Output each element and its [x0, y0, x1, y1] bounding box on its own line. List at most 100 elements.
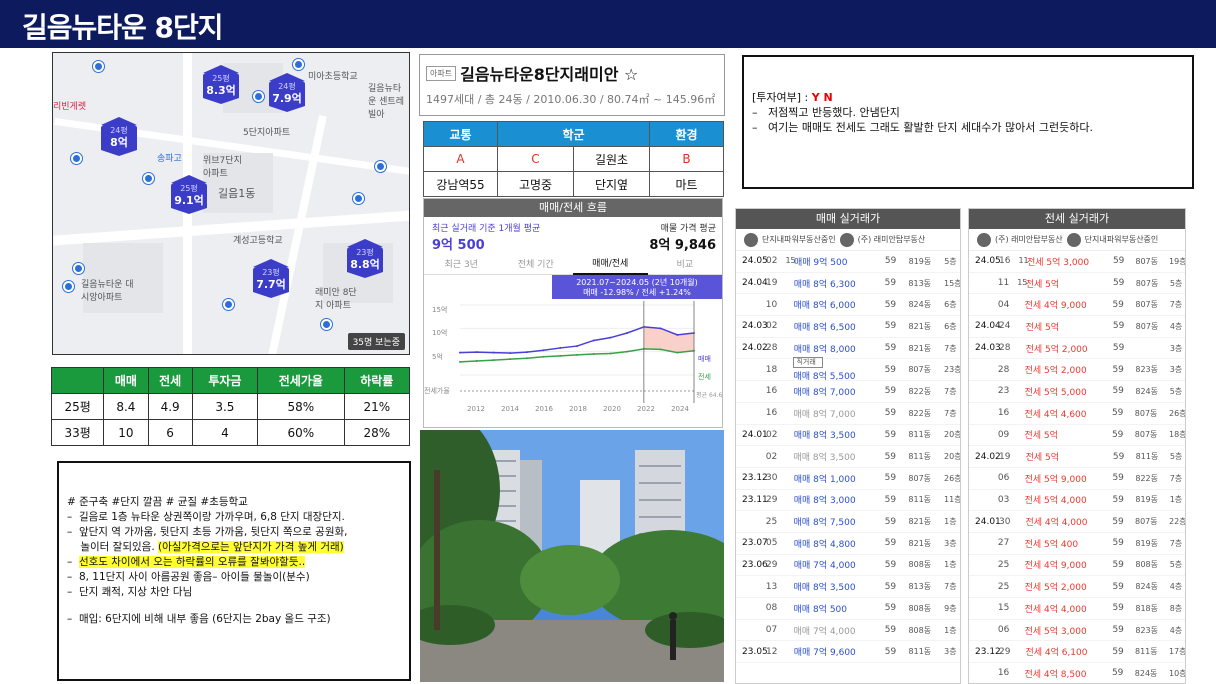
trade-row[interactable]: 23.12 29 전세 4억 6,100 59 811동 17층	[969, 641, 1185, 664]
trade-row[interactable]: 11 15 전세 5억 59 807동 5층	[969, 273, 1185, 295]
price-marker[interactable]: 23평 8.8억	[347, 239, 383, 278]
bus-stop-icon[interactable]	[375, 161, 386, 172]
trade-month: 23.05	[742, 646, 768, 657]
table-row: A C 길원초 B	[423, 146, 724, 172]
trade-price: 매매 8억 3,500	[793, 453, 856, 464]
trade-row[interactable]: 24.02 19 전세 5억 59 811동 5층	[969, 446, 1185, 468]
trade-area: 59	[884, 494, 897, 505]
trade-row[interactable]: 24.01 02 매매 8억 3,500 59 811동 20층	[736, 425, 960, 447]
trade-row[interactable]: 25 전세 4억 9,000 59 808동 5층	[969, 555, 1185, 577]
agent-name[interactable]: (주) 래미안탑부동산	[995, 234, 1063, 245]
trade-row[interactable]: 24.01 30 전세 4억 4,000 59 807동 22층	[969, 511, 1185, 533]
tab-3y[interactable]: 최근 3년	[424, 257, 499, 270]
bus-stop-icon[interactable]	[143, 173, 154, 184]
trade-building: 807동	[908, 365, 931, 375]
price-marker[interactable]: 24평 7.9억	[269, 73, 305, 112]
price-marker[interactable]: 23평 7.7억	[253, 259, 289, 298]
bus-stop-icon[interactable]	[223, 299, 234, 310]
trade-row[interactable]: 23.11 29 매매 8억 3,000 59 811동 11층	[736, 490, 960, 512]
trade-row[interactable]: 18 직거래 매매 8억 5,500 59 807동 23층	[736, 357, 961, 383]
trade-price-value: 매매 8억 5,500	[793, 372, 856, 383]
tab-sale-jeonse[interactable]: 매매/전세	[573, 253, 648, 275]
trade-row[interactable]: 25 매매 8억 7,500 59 821동 1층	[736, 511, 960, 533]
trade-row[interactable]: 16 전세 4억 8,500 59 824동 10층	[969, 663, 1186, 683]
trade-area: 59	[1112, 299, 1124, 310]
trade-row[interactable]: 23.05 12 매매 7억 9,600 59 811동 3층	[736, 641, 960, 664]
panel-header: 매매 실거래가	[736, 209, 960, 229]
agent-name[interactable]: (주) 래미안탑부동산	[858, 234, 926, 245]
trade-day: 16	[765, 386, 778, 397]
trade-area: 59	[884, 473, 897, 484]
trade-price: 매매 9억 500	[794, 257, 848, 268]
tab-compare[interactable]: 비교	[648, 257, 723, 270]
trade-row[interactable]: 23.12 30 매매 8억 1,000 59 807동 26층	[736, 468, 960, 490]
trade-day: 16	[765, 408, 778, 419]
trade-row[interactable]: 16 전세 4억 4,600 59 807동 26층	[969, 403, 1185, 425]
trade-building: 822동	[908, 408, 932, 418]
bus-stop-icon[interactable]	[253, 91, 264, 102]
trade-row[interactable]: 24.04 19 매매 8억 6,300 59 813동 15층	[736, 273, 960, 295]
sale-point	[626, 332, 629, 334]
trade-row[interactable]: 07 매매 7억 4,000 59 808동 1층	[736, 620, 960, 642]
trade-price: 전세 5억 5,000	[1024, 387, 1087, 398]
trade-row[interactable]: 04 전세 4억 9,000 59 807동 7층	[969, 294, 1185, 317]
bus-stop-icon[interactable]	[293, 59, 304, 70]
price-marker[interactable]: 24평 8억	[101, 117, 137, 156]
map-label: 위브7단지 아파트	[203, 156, 242, 179]
trade-row[interactable]: 23.07 05 매매 8억 4,800 59 821동 3층	[736, 533, 960, 555]
trade-row[interactable]: 28 전세 5억 2,000 59 823동 3층	[969, 359, 1185, 382]
page-title: 길음뉴타운 8단지	[22, 11, 224, 44]
bus-stop-icon[interactable]	[71, 153, 82, 164]
trade-day: 16 11	[999, 256, 1029, 266]
trade-floor: 6층	[944, 300, 957, 310]
trade-floor: 19층	[1169, 256, 1186, 266]
trade-row[interactable]: 23 전세 5억 5,000 59 824동 5층	[969, 381, 1185, 403]
price-marker[interactable]: 25평 9.1억	[171, 175, 207, 214]
trade-floor: 10층	[1169, 668, 1186, 678]
trade-row[interactable]: 09 전세 5억 59 807동 18층	[969, 425, 1185, 447]
trade-row[interactable]: 24.03 28 전세 5억 2,000 59 3층	[969, 338, 1185, 360]
trade-floor: 23층	[943, 365, 961, 375]
trade-row[interactable]: 02 매매 8억 3,500 59 811동 20층	[736, 446, 960, 468]
trade-row[interactable]: 08 매매 8억 500 59 808동 9층	[736, 598, 960, 620]
agent-name[interactable]: 단지내파워부동산중인	[1085, 234, 1159, 245]
viewer-count-badge: 35명 보는중	[347, 333, 405, 350]
trade-building: 811동	[1135, 452, 1159, 462]
bus-stop-icon[interactable]	[73, 263, 84, 274]
trade-row[interactable]: 16 매매 8억 7,000 59 822동 7층	[736, 403, 960, 425]
trade-row[interactable]: 06 전세 5억 3,000 59 823동 4층	[969, 620, 1185, 642]
trade-floor: 4층	[1169, 582, 1183, 592]
table-cell: C	[497, 146, 574, 172]
trade-floor: 11층	[944, 495, 961, 505]
trade-row[interactable]: 24.05 02 15 매매 9억 500 59 819동 5층	[736, 251, 960, 273]
y-tick: 15억	[432, 306, 447, 314]
trade-area: 59	[884, 408, 897, 419]
trade-row[interactable]: 25 전세 5억 2,000 59 824동 4층	[969, 576, 1185, 598]
trade-row[interactable]: 24.05 16 11 전세 5억 3,000 59 807동 19층	[969, 251, 1185, 273]
trade-row[interactable]: 27 전세 5억 400 59 819동 7층	[969, 533, 1185, 555]
trade-row[interactable]: 13 매매 8억 3,500 59 813동 7층	[736, 576, 960, 598]
trade-row[interactable]: 10 매매 8억 6,000 59 824동 6층	[736, 294, 960, 317]
trade-area: 59	[884, 321, 897, 332]
trade-row[interactable]: 16 매매 8억 7,000 59 822동 7층	[736, 381, 960, 403]
trade-row[interactable]: 23.06 29 매매 7억 4,000 59 808동 1층	[736, 555, 960, 577]
bus-stop-icon[interactable]	[353, 193, 364, 204]
trade-row[interactable]: 24.04 24 전세 5억 59 807동 4층	[969, 316, 1185, 338]
table-cell: 3.5	[191, 393, 259, 420]
bus-stop-icon[interactable]	[93, 61, 104, 72]
trade-area: 59	[1112, 538, 1124, 549]
price-marker[interactable]: 25평 8.3억	[203, 65, 239, 104]
bus-stop-icon[interactable]	[321, 319, 332, 330]
investment-note: [투자여부] : Y N – 저점찍고 반등했다. 안냄단지 – 여기는 매매도…	[742, 55, 1194, 189]
map[interactable]: 미아초등학교 길음뉴타운 센트레빌아 5단지아파트 위브7단지 아파트 길음1동…	[52, 52, 410, 355]
agent-name[interactable]: 단지내파워부동산중인	[762, 234, 836, 245]
tab-all[interactable]: 전체 기간	[499, 257, 574, 270]
trade-row[interactable]: 15 전세 4억 4,000 59 818동 8층	[969, 598, 1185, 620]
bus-stop-icon[interactable]	[63, 281, 74, 292]
trade-row[interactable]: 06 전세 5억 9,000 59 822동 7층	[969, 468, 1185, 490]
trade-day: 13	[765, 581, 778, 592]
apt-name[interactable]: 길음뉴타운8단지래미안 ☆	[460, 65, 638, 84]
trade-row[interactable]: 24.03 02 매매 8억 6,500 59 821동 6층	[736, 316, 960, 338]
trade-row[interactable]: 24.02 28 매매 8억 8,000 59 821동 7층	[736, 338, 960, 360]
trade-row[interactable]: 03 전세 5억 4,000 59 819동 1층	[969, 490, 1185, 512]
